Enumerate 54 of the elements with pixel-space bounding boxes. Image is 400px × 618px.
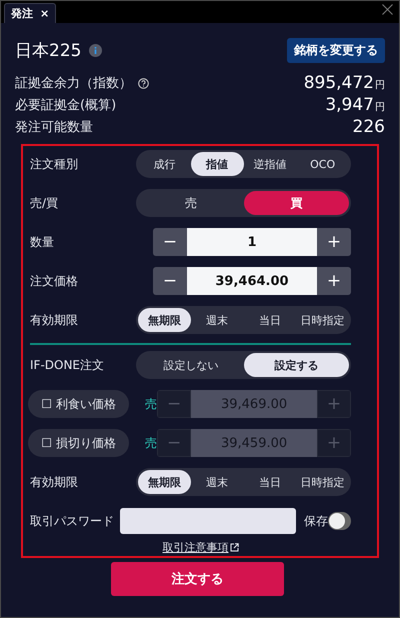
notice-link[interactable]: 取引注意事項 [162,540,238,554]
segment-option[interactable]: 日時指定 [296,470,349,494]
minus-button[interactable]: − [153,228,187,256]
plus-button[interactable]: + [317,267,351,295]
number-field[interactable]: 1 [187,228,317,256]
minus-button[interactable]: − [153,267,187,295]
segment-option[interactable]: 当日 [244,308,296,332]
currency-unit: 円 [375,79,385,92]
close-icon[interactable] [382,4,393,14]
segment-option[interactable]: 指値 [190,152,244,176]
field-label: 注文種別 [30,156,78,172]
external-link-icon [230,542,238,552]
segment-option[interactable]: 当日 [244,470,296,494]
segment-option[interactable]: 週末 [190,470,244,494]
field-label: 売/買 [30,194,58,212]
segment-option[interactable]: 買 [244,191,349,215]
account-value: 226 [352,117,385,137]
account-value: 3,947 [325,95,374,115]
field-label: IF-DONE注文 [30,356,104,374]
account-label: 証拠金余力（指数） [15,75,132,92]
segment-option[interactable]: 無期限 [138,308,191,332]
close-button[interactable]: × [40,7,50,20]
field-label: 注文価格 [30,272,78,290]
toggle-switch[interactable] [328,512,351,530]
segment-option[interactable]: 設定する [244,353,349,377]
segment-option[interactable]: 週末 [190,308,244,332]
field-label: 数量 [30,234,54,250]
segment-option[interactable]: 設定しない [138,353,244,377]
account-label: 必要証拠金(概算) [15,97,116,114]
info-icon[interactable] [89,44,102,56]
instrument-name: 日本225 [15,40,82,62]
tab-label: 発注 [11,6,33,21]
account-value: 895,472 [304,73,374,93]
segment-option[interactable]: OCO [296,152,349,176]
field-label: 有効期限 [30,474,78,490]
change-instrument-button[interactable]: 銘柄を変更する [287,38,385,62]
side-label: 売 [145,396,158,412]
field-label: 有効期限 [30,312,78,328]
currency-unit: 円 [375,101,385,114]
segment-option[interactable]: 日時指定 [296,308,349,332]
field-label: 取引パスワード [30,512,114,530]
segment-option[interactable]: 逆指値 [244,152,296,176]
segment-option[interactable]: 成行 [138,152,191,176]
tab[interactable]: 発注 × [4,3,56,23]
submit-order-button[interactable]: 注文する [111,562,284,596]
segment-option[interactable]: 無期限 [138,470,191,494]
help-icon[interactable] [138,78,149,88]
save-label: 保存 [304,512,328,530]
segment-option[interactable]: 売 [138,191,244,215]
account-label: 発注可能数量 [15,119,93,136]
number-field[interactable]: 39,464.00 [187,267,317,295]
plus-button[interactable]: + [317,228,351,256]
side-label: 売 [145,434,158,452]
password-field[interactable] [120,508,296,534]
